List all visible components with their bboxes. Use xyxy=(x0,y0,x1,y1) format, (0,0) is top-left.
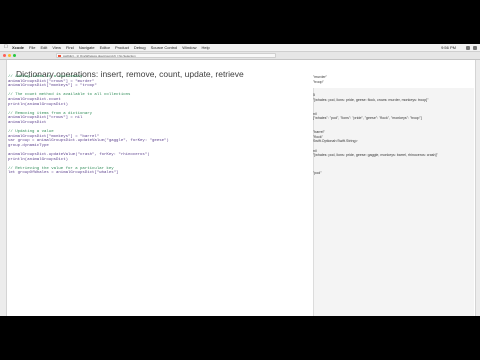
menu-source-control[interactable]: Source Control xyxy=(151,44,178,51)
menu-file[interactable]: File xyxy=(29,44,35,51)
menu-product[interactable]: Product xyxy=(115,44,129,51)
activity-view-label: swiftdict - 1) OneWireless.playground.rb… xyxy=(63,54,136,58)
menu-xcode[interactable]: Xcode xyxy=(12,44,24,51)
menu-editor[interactable]: Editor xyxy=(100,44,110,51)
screen:  Xcode File Edit View Find Navigate Editor Pro… xyxy=(0,44,480,316)
menu-view[interactable]: View xyxy=(52,44,61,51)
menu-find[interactable]: Find xyxy=(66,44,74,51)
results-list: "murder" "troop" 5 "[whales: pod, lions: p… xyxy=(313,75,438,176)
result-line: "pod" xyxy=(313,171,322,176)
result-line: ["whales": "pod", "lions": "pride", "gee… xyxy=(313,116,422,121)
menu-debug[interactable]: Debug xyxy=(134,44,146,51)
code-line[interactable]: animalGroupsDict.updateValue("crash", fo… xyxy=(8,153,169,158)
status-tray xyxy=(466,44,477,50)
menu-edit[interactable]: Edit xyxy=(40,44,47,51)
minimize-window-button[interactable] xyxy=(8,54,11,57)
activity-view[interactable]: swiftdict - 1) OneWireless.playground.rb… xyxy=(56,53,276,58)
close-window-button[interactable] xyxy=(3,54,6,57)
apple-menu-icon[interactable]:  xyxy=(4,44,8,51)
zoom-window-button[interactable] xyxy=(13,54,16,57)
menu-navigate[interactable]: Navigate xyxy=(79,44,95,51)
window-toolbar: swiftdict - 1) OneWireless.playground.rb… xyxy=(0,52,480,60)
notification-center-icon[interactable] xyxy=(473,45,477,50)
swift-file-icon xyxy=(58,55,61,57)
menu-window[interactable]: Window xyxy=(182,44,196,51)
code-line[interactable]: let groupOfWhales = animalGroupsDict["wh… xyxy=(8,171,169,176)
code-editor[interactable]: // Adding items to a dictionary animalGro… xyxy=(8,75,169,176)
menu-items: Xcode File Edit View Find Navigate Editor Produ… xyxy=(12,44,210,51)
menu-bar:  Xcode File Edit View Find Navigate Editor Pro… xyxy=(0,44,480,52)
result-line: "[whales: pod, lions: pride, geese: floc… xyxy=(313,97,429,102)
menu-help[interactable]: Help xyxy=(202,44,210,51)
search-icon[interactable] xyxy=(466,45,470,50)
result-line: "[whales: pod, lions: pride, geese: gagg… xyxy=(313,153,438,158)
menubar-clock[interactable]: 9:56 PM xyxy=(441,44,456,51)
